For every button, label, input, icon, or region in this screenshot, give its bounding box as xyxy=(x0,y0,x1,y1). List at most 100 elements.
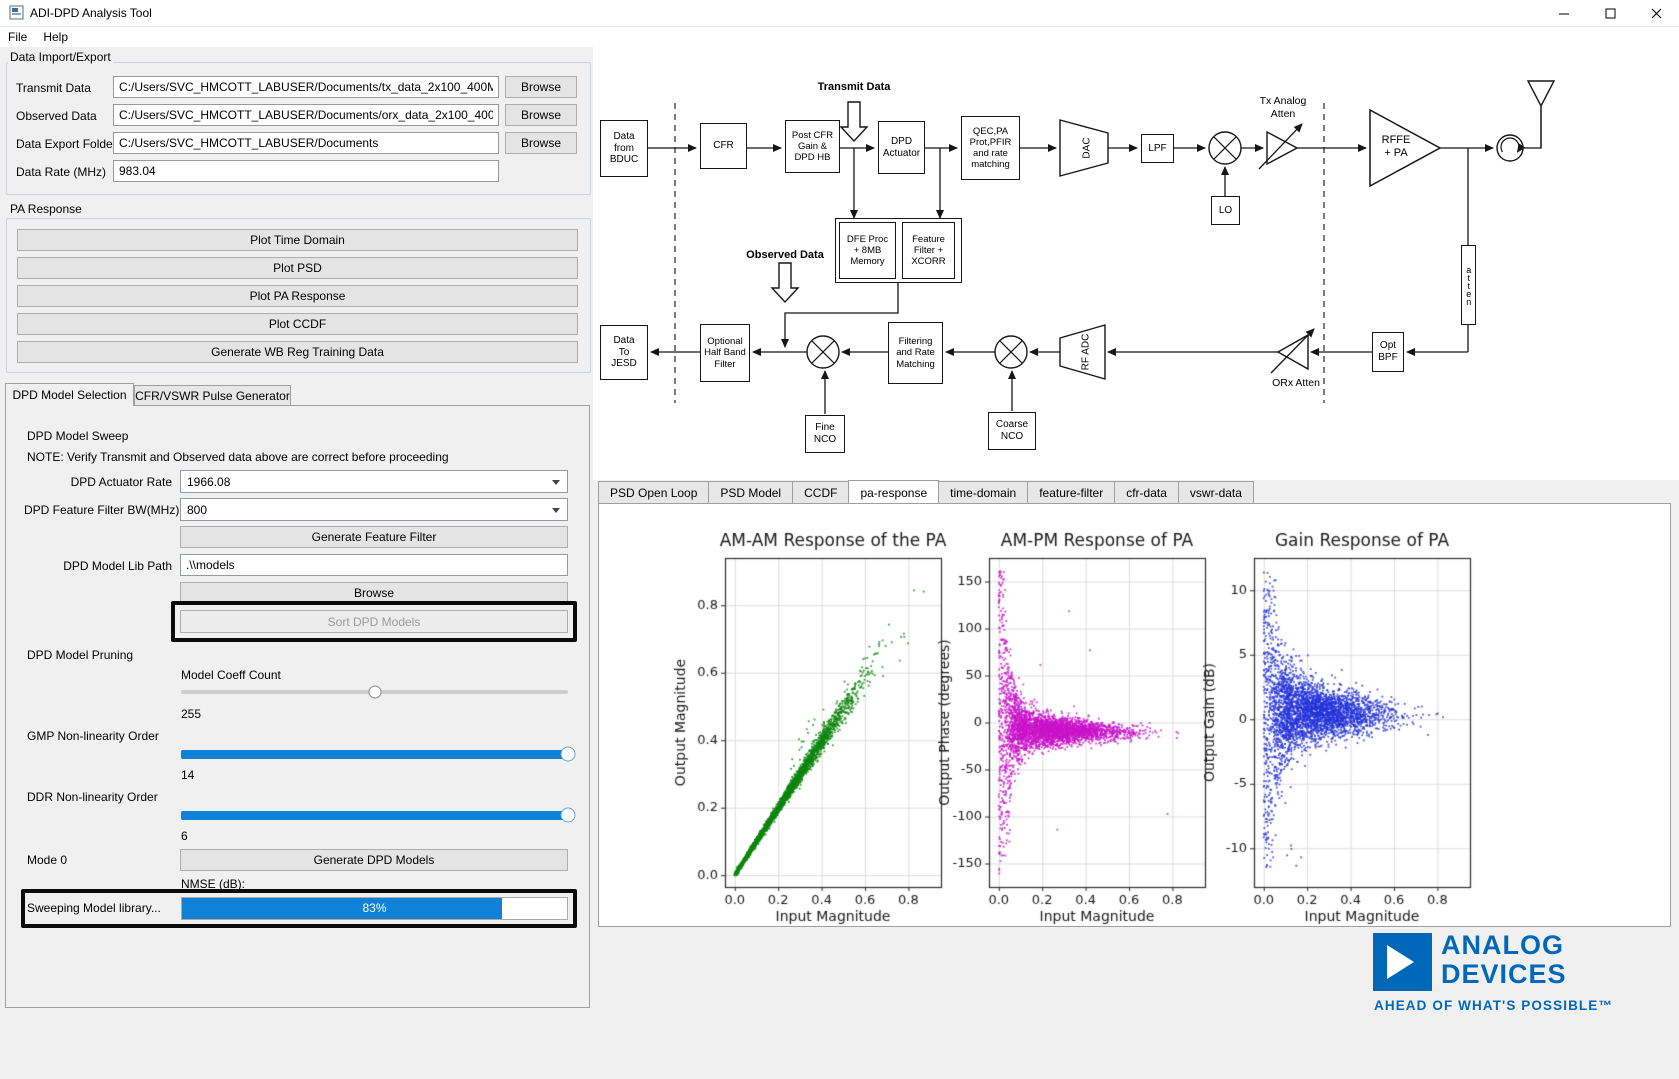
pruning-title: DPD Model Pruning xyxy=(27,648,133,662)
lib-path-input[interactable] xyxy=(180,554,568,576)
plot-time-domain-button[interactable]: Plot Time Domain xyxy=(17,229,578,251)
maximize-icon xyxy=(1605,8,1616,19)
sweep-status-label: Sweeping Model library... xyxy=(27,901,161,915)
transmit-data-browse-button[interactable]: Browse xyxy=(505,76,577,98)
slider-fill xyxy=(181,750,568,759)
progress-percent: 83% xyxy=(182,901,567,915)
block-data-from-bduc: Data from BDUC xyxy=(600,120,648,177)
tab-dpd-model-selection[interactable]: DPD Model Selection xyxy=(5,383,134,406)
observed-data-label: Observed Data xyxy=(720,249,850,262)
gmp-order-value: 14 xyxy=(181,768,194,782)
plot-psd-button[interactable]: Plot PSD xyxy=(17,257,578,279)
adi-brand-line1: ANALOG xyxy=(1441,931,1567,960)
block-feature-filter: Feature Filter + XCORR xyxy=(902,222,955,279)
sweep-note: NOTE: Verify Transmit and Observed data … xyxy=(27,450,449,464)
tab-ccdf[interactable]: CCDF xyxy=(792,481,849,504)
adi-brand-name: ANALOG DEVICES xyxy=(1441,931,1567,989)
actuator-rate-label: DPD Actuator Rate xyxy=(24,475,172,489)
tab-cfr-data[interactable]: cfr-data xyxy=(1114,481,1179,504)
transmit-data-label: Transmit Data xyxy=(789,81,919,94)
slider-fill xyxy=(181,811,568,820)
generate-feature-filter-button[interactable]: Generate Feature Filter xyxy=(180,526,568,548)
minimize-button[interactable] xyxy=(1541,0,1587,26)
coeff-count-value: 255 xyxy=(181,707,201,721)
chevron-down-icon xyxy=(552,508,560,513)
ddr-order-value: 6 xyxy=(181,829,188,843)
tab-psd-model[interactable]: PSD Model xyxy=(708,481,793,504)
export-folder-input[interactable] xyxy=(113,132,499,154)
ddr-order-slider[interactable] xyxy=(181,806,568,824)
block-dpd-actuator: DPD Actuator xyxy=(878,121,925,174)
nmse-label: NMSE (dB): xyxy=(181,877,245,891)
slider-handle[interactable] xyxy=(561,808,576,823)
block-dac: DAC xyxy=(1082,137,1093,158)
block-post-cfr: Post CFR Gain & DPD HB xyxy=(785,120,840,173)
observed-data-arrow-icon xyxy=(772,263,798,302)
lib-path-label: DPD Model Lib Path xyxy=(24,559,172,573)
pa-response-plots xyxy=(599,504,1670,926)
feature-bw-value: 800 xyxy=(187,503,207,517)
sweep-progress-bar: 83% xyxy=(181,897,568,920)
dpd-model-sweep-title: DPD Model Sweep xyxy=(27,429,128,443)
block-coarse-nco: Coarse NCO xyxy=(988,412,1036,450)
plot-tabbar: PSD Open Loop PSD Model CCDF pa-response… xyxy=(598,480,1253,504)
window-title: ADI-DPD Analysis Tool xyxy=(30,6,152,20)
signal-chain-diagram: DAC RF ADC Data from BDUC CFR Post CFR G… xyxy=(595,45,1679,477)
tab-vswr-data[interactable]: vswr-data xyxy=(1178,481,1254,504)
mode-label: Mode 0 xyxy=(27,853,67,867)
block-lo: LO xyxy=(1211,196,1240,225)
menubar: File Help xyxy=(0,27,1679,47)
slider-handle[interactable] xyxy=(561,747,576,762)
close-icon xyxy=(1651,8,1662,19)
block-lpf: LPF xyxy=(1141,134,1174,163)
pa-response-plot-panel xyxy=(598,503,1671,927)
close-button[interactable] xyxy=(1633,0,1679,26)
tab-psd-open-loop[interactable]: PSD Open Loop xyxy=(598,481,709,504)
export-folder-browse-button[interactable]: Browse xyxy=(505,132,577,154)
block-cfr: CFR xyxy=(700,123,747,169)
actuator-rate-combobox[interactable]: 1966.08 xyxy=(180,470,568,493)
generate-dpd-models-button[interactable]: Generate DPD Models xyxy=(180,849,568,871)
tab-pa-response[interactable]: pa-response xyxy=(848,480,939,504)
chevron-down-icon xyxy=(552,480,560,485)
block-qec: QEC,PA Prot,PFIR and rate matching xyxy=(961,116,1020,180)
ddr-order-label: DDR Non-linearity Order xyxy=(27,790,158,804)
gmp-order-slider[interactable] xyxy=(181,745,568,763)
pa-response-group-label: PA Response xyxy=(8,202,84,216)
minimize-icon xyxy=(1559,8,1570,19)
observed-data-input[interactable] xyxy=(113,104,499,126)
block-filtering: Filtering and Rate Matching xyxy=(888,322,943,384)
generate-wb-reg-button[interactable]: Generate WB Reg Training Data xyxy=(17,341,578,363)
slider-handle[interactable] xyxy=(368,686,381,699)
transmit-data-input[interactable] xyxy=(113,76,499,98)
data-rate-input[interactable] xyxy=(113,160,499,182)
app-icon xyxy=(9,5,24,23)
block-rf-adc: RF ADC xyxy=(1081,334,1092,371)
block-atten: atten xyxy=(1461,245,1476,325)
lib-path-browse-button[interactable]: Browse xyxy=(180,582,568,604)
block-opt-bpf: Opt BPF xyxy=(1372,332,1404,372)
actuator-rate-value: 1966.08 xyxy=(187,475,230,489)
sort-dpd-models-button[interactable]: Sort DPD Models xyxy=(180,610,568,633)
block-data-to-jesd: Data To JESD xyxy=(600,325,648,380)
plot-pa-response-button[interactable]: Plot PA Response xyxy=(17,285,578,307)
tab-time-domain[interactable]: time-domain xyxy=(938,481,1028,504)
menu-file[interactable]: File xyxy=(0,28,35,46)
observed-data-browse-button[interactable]: Browse xyxy=(505,104,577,126)
plot-ccdf-button[interactable]: Plot CCDF xyxy=(17,313,578,335)
tab-cfr-vswr-pulse-generator[interactable]: CFR/VSWR Pulse Generator xyxy=(134,385,291,406)
adi-triangle-icon xyxy=(1387,945,1414,979)
data-rate-label: Data Rate (MHz) xyxy=(16,165,106,179)
adi-tagline: AHEAD OF WHAT'S POSSIBLE™ xyxy=(1374,998,1613,1013)
atten-label: atten xyxy=(1463,265,1474,305)
antenna-icon xyxy=(1528,81,1554,106)
tx-analog-atten-label: Tx Analog Atten xyxy=(1245,95,1321,120)
rffe-pa-label: RFFE + PA xyxy=(1373,134,1419,160)
feature-bw-combobox[interactable]: 800 xyxy=(180,498,568,521)
feature-bw-label: DPD Feature Filter BW(MHz) xyxy=(24,503,172,517)
model-coeff-slider[interactable] xyxy=(181,684,568,700)
export-folder-label: Data Export Folder xyxy=(16,137,117,151)
maximize-button[interactable] xyxy=(1587,0,1633,26)
tab-feature-filter[interactable]: feature-filter xyxy=(1027,481,1115,504)
menu-help[interactable]: Help xyxy=(35,28,76,46)
